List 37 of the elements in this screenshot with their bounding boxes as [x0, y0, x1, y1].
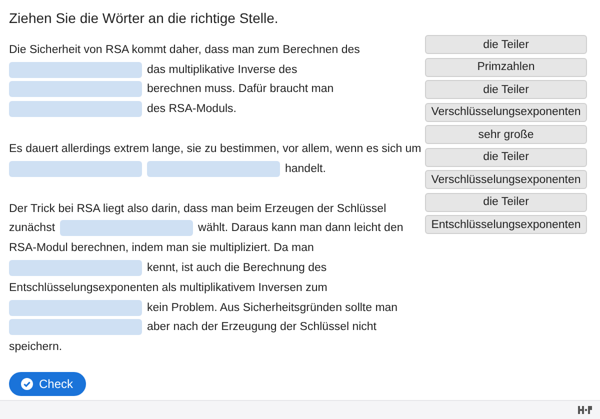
drop-zone[interactable]: [60, 220, 194, 236]
draggable-word[interactable]: die Teiler: [425, 35, 587, 54]
draggable-word[interactable]: Verschlüsselungsexponenten: [425, 102, 587, 122]
sentence-text: berechnen muss. Dafür braucht man: [147, 83, 334, 96]
draggable-word[interactable]: die Teiler: [425, 192, 587, 212]
sentence-text: kein Problem. Aus Sicherheitsgründen sollte man: [147, 302, 398, 314]
task-title: Ziehen Sie die Wörter an die richtige Stelle.: [9, 9, 280, 27]
check-button[interactable]: Check: [9, 372, 86, 396]
drop-zone[interactable]: [9, 260, 142, 276]
drop-zone[interactable]: [9, 101, 142, 118]
draggable-word[interactable]: Entschlüsselungsexponenten: [425, 215, 587, 234]
sentence-text: handelt.: [285, 162, 326, 175]
drop-zone[interactable]: [9, 62, 142, 78]
draggable-word[interactable]: sehr große: [425, 125, 587, 144]
drop-zone[interactable]: [9, 81, 142, 98]
sentence-text: aber nach der Erzeugung der Schlüssel nicht: [147, 321, 377, 334]
sentence-text: Die Sicherheit von RSA kommt daher, dass man zum Berechnen des: [9, 44, 360, 56]
sentence-text: Es dauert allerdings extrem lange, sie zu bestimmen, vor allem, wenn es sich um: [9, 143, 422, 156]
sentence-text: kennt, ist auch die Berechnung des: [147, 262, 327, 274]
draggable-word[interactable]: die Teiler: [425, 80, 587, 99]
draggable-word[interactable]: die Teiler: [425, 148, 587, 166]
drop-zone[interactable]: [147, 160, 280, 177]
sentence-text: wählt. Daraus kann man dann leicht den: [198, 222, 404, 234]
drop-zone[interactable]: [9, 319, 142, 336]
sentence-text: Der Trick bei RSA liegt also darin, dass man beim Erzeugen der Schlüssel: [9, 202, 386, 215]
drop-zone[interactable]: [9, 160, 142, 177]
check-circle-icon: [21, 378, 33, 390]
sentence-text: Entschlüsselungsexponenten als multiplikativem Inversen zum: [9, 282, 328, 294]
sentence-text: RSA-Modul berechnen, indem man sie multipliziert. Da man: [9, 242, 314, 254]
draggable-word[interactable]: Verschlüsselungsexponenten: [425, 170, 587, 189]
sentence-text: speichern.: [9, 341, 62, 354]
drop-zone[interactable]: [9, 300, 142, 316]
logo-icon: [578, 406, 592, 414]
sentence-text: das multiplikative Inverse des: [147, 64, 298, 76]
sentence-text: zunächst: [9, 222, 56, 234]
draggable-word[interactable]: Primzahlen: [425, 58, 587, 76]
sentence-text: des RSA-Moduls.: [147, 103, 236, 116]
